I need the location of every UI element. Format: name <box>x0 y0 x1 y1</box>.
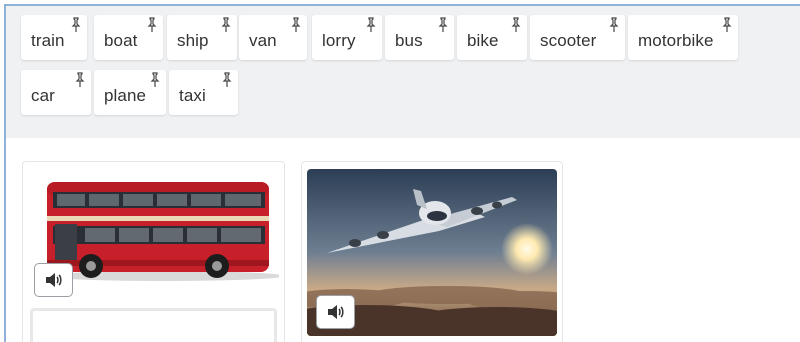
chip-label: car <box>31 85 55 105</box>
chip-label: motorbike <box>638 30 714 50</box>
play-audio-button[interactable] <box>34 263 73 297</box>
word-chip-bus[interactable]: bus <box>385 15 454 60</box>
word-chip-train[interactable]: train <box>21 15 87 60</box>
word-chip-scooter[interactable]: scooter <box>530 15 625 60</box>
pin-icon <box>366 17 376 32</box>
pin-icon <box>221 17 231 32</box>
answer-drop-zone[interactable] <box>30 308 277 342</box>
pin-icon <box>511 17 521 32</box>
word-chip-bike[interactable]: bike <box>457 15 527 60</box>
chip-label: train <box>31 30 65 50</box>
word-chip-van[interactable]: van <box>239 15 307 60</box>
word-chip-boat[interactable]: boat <box>94 15 163 60</box>
word-chip-plane[interactable]: plane <box>94 70 166 115</box>
pin-icon <box>222 72 232 87</box>
chip-label: plane <box>104 85 147 105</box>
chip-label: bus <box>395 30 423 50</box>
chip-label: bike <box>467 30 499 50</box>
pin-icon <box>722 17 732 32</box>
activity-frame: train boat ship van lorry bus bike scoot… <box>4 4 800 342</box>
chip-label: taxi <box>179 85 206 105</box>
pin-icon <box>438 17 448 32</box>
chip-label: scooter <box>540 30 597 50</box>
picture-card-bus <box>22 161 285 342</box>
picture-card-plane <box>301 161 563 342</box>
word-chip-lorry[interactable]: lorry <box>312 15 382 60</box>
pin-icon <box>150 72 160 87</box>
pin-icon <box>71 17 81 32</box>
pin-icon <box>147 17 157 32</box>
word-chip-motorbike[interactable]: motorbike <box>628 15 738 60</box>
speaker-icon <box>45 273 62 287</box>
word-bank: train boat ship van lorry bus bike scoot… <box>6 6 800 138</box>
chip-label: lorry <box>322 30 356 50</box>
pin-icon <box>609 17 619 32</box>
chip-label: ship <box>177 30 209 50</box>
speaker-icon <box>327 305 344 319</box>
chip-label: boat <box>104 30 138 50</box>
pin-icon <box>75 72 85 87</box>
word-chip-ship[interactable]: ship <box>167 15 237 60</box>
chip-label: van <box>249 30 277 50</box>
play-audio-button[interactable] <box>316 295 355 329</box>
pin-icon <box>291 17 301 32</box>
word-chip-car[interactable]: car <box>21 70 91 115</box>
word-chip-taxi[interactable]: taxi <box>169 70 238 115</box>
